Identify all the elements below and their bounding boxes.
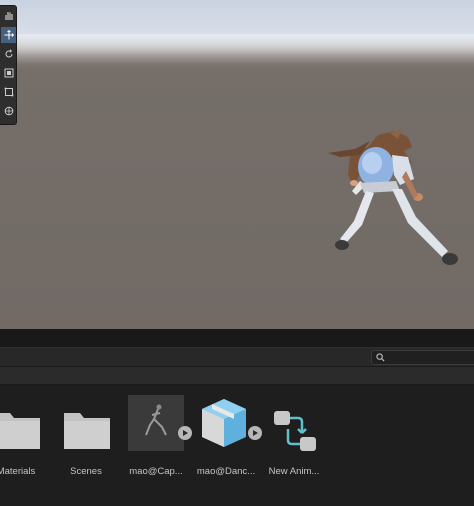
model-preview [128, 395, 184, 451]
transform-tool-icon[interactable] [1, 103, 16, 119]
project-toolbar [0, 347, 474, 367]
folder-icon [0, 413, 40, 449]
folder-icon [64, 413, 110, 449]
search-icon [376, 353, 385, 362]
horizon [0, 34, 474, 64]
scene-view[interactable] [0, 0, 474, 329]
animator-controller-icon [274, 411, 316, 451]
prefab-icon [202, 399, 246, 447]
asset-label: Scenes [70, 466, 102, 477]
asset-label: New Anim... [268, 466, 320, 477]
search-input[interactable] [371, 350, 474, 365]
rect-tool-icon[interactable] [1, 84, 16, 100]
character-thumbnail-icon [145, 404, 167, 436]
move-tool-icon[interactable] [1, 27, 16, 43]
hand-tool-icon[interactable] [1, 8, 16, 24]
character-model[interactable] [320, 125, 470, 275]
tool-palette [0, 5, 17, 125]
asset-grid: Materials Scenes mao@Cap... mao@Danc... [0, 385, 474, 506]
expand-arrow-icon[interactable] [248, 426, 262, 440]
panel-divider[interactable] [0, 329, 474, 347]
asset-label: mao@Cap... [129, 466, 183, 477]
breadcrumb [0, 367, 474, 385]
asset-item[interactable]: New Anim... [269, 395, 340, 485]
scale-tool-icon[interactable] [1, 65, 16, 81]
expand-arrow-icon[interactable] [178, 426, 192, 440]
rotate-tool-icon[interactable] [1, 46, 16, 62]
